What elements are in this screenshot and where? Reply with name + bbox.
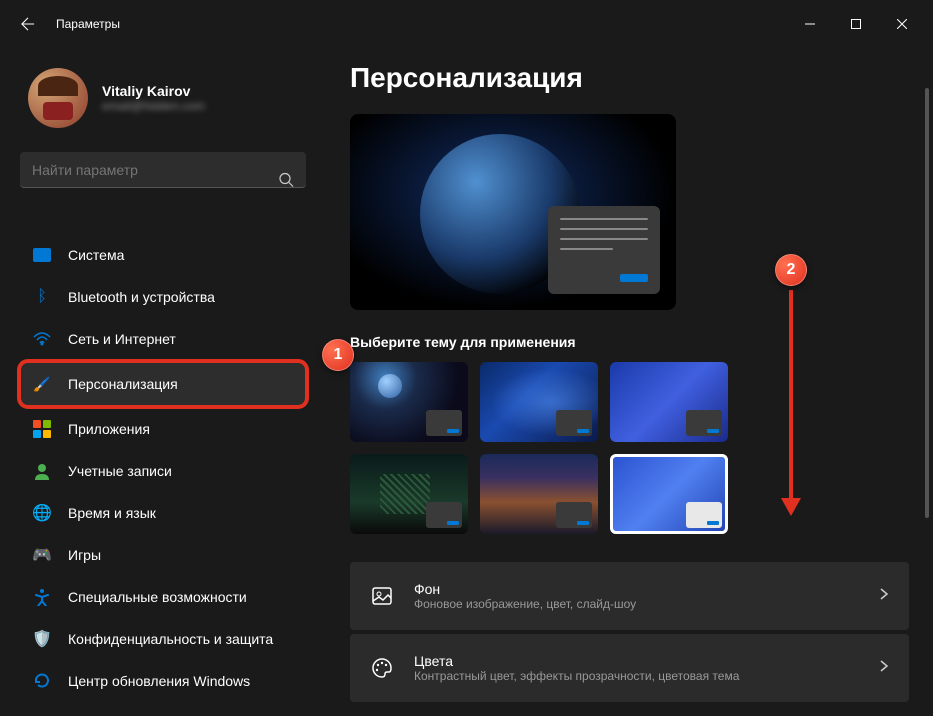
- system-icon: [32, 245, 52, 265]
- window-title: Параметры: [56, 17, 120, 31]
- theme-grid: [350, 362, 909, 534]
- settings-item-desc: Фоновое изображение, цвет, слайд-шоу: [414, 597, 879, 611]
- guide-arrow-line: [789, 290, 793, 500]
- avatar: [28, 68, 88, 128]
- sidebar-item-label: Сеть и Интернет: [68, 331, 176, 347]
- sidebar-item-time[interactable]: 🌐 Время и язык: [20, 494, 306, 532]
- sidebar-item-accessibility[interactable]: Специальные возможности: [20, 578, 306, 616]
- apps-icon: [32, 419, 52, 439]
- sidebar-item-label: Центр обновления Windows: [68, 673, 250, 689]
- bluetooth-icon: ᛒ: [32, 287, 52, 307]
- page-title: Персонализация: [350, 62, 909, 94]
- callout-2: 2: [775, 254, 807, 286]
- chevron-right-icon: [879, 659, 889, 678]
- theme-tile-3[interactable]: [610, 362, 728, 442]
- gamepad-icon: 🎮: [32, 545, 52, 565]
- back-arrow-icon: [21, 17, 35, 31]
- chevron-right-icon: [879, 587, 889, 606]
- sidebar-item-system[interactable]: Система: [20, 236, 306, 274]
- update-icon: [32, 671, 52, 691]
- sidebar-item-label: Учетные записи: [68, 463, 172, 479]
- window-controls: [787, 4, 925, 44]
- sidebar-item-accounts[interactable]: Учетные записи: [20, 452, 306, 490]
- shield-icon: 🛡️: [32, 629, 52, 649]
- callout-1: 1: [322, 339, 354, 371]
- maximize-button[interactable]: [833, 4, 879, 44]
- sidebar-item-privacy[interactable]: 🛡️ Конфиденциальность и защита: [20, 620, 306, 658]
- accessibility-icon: [32, 587, 52, 607]
- profile-email: email@hidden.com: [102, 99, 205, 113]
- theme-tile-4[interactable]: [350, 454, 468, 534]
- settings-item-title: Цвета: [414, 653, 879, 669]
- sidebar-item-label: Время и язык: [68, 505, 156, 521]
- sidebar-item-label: Bluetooth и устройства: [68, 289, 215, 305]
- minimize-icon: [805, 19, 815, 29]
- main-content: Персонализация Выберите тему для примене…: [322, 48, 933, 716]
- close-icon: [897, 19, 907, 29]
- clock-icon: 🌐: [32, 503, 52, 523]
- sidebar-item-label: Приложения: [68, 421, 150, 437]
- picture-icon: [370, 584, 394, 608]
- scrollbar[interactable]: [919, 48, 933, 716]
- minimize-button[interactable]: [787, 4, 833, 44]
- close-button[interactable]: [879, 4, 925, 44]
- sidebar: Vitaliy Kairov email@hidden.com Система …: [0, 48, 322, 716]
- desktop-preview: [350, 114, 676, 310]
- paintbrush-icon: 🖌️: [32, 374, 52, 394]
- sidebar-item-label: Конфиденциальность и защита: [68, 631, 273, 647]
- sidebar-item-apps[interactable]: Приложения: [20, 410, 306, 448]
- sidebar-item-label: Специальные возможности: [68, 589, 247, 605]
- person-icon: [32, 461, 52, 481]
- nav-list: Система ᛒ Bluetooth и устройства Сеть и И…: [20, 236, 306, 700]
- scrollbar-thumb[interactable]: [925, 88, 929, 518]
- wifi-icon: [32, 329, 52, 349]
- palette-icon: [370, 656, 394, 680]
- settings-item-background[interactable]: Фон Фоновое изображение, цвет, слайд-шоу: [350, 562, 909, 630]
- titlebar: Параметры: [0, 0, 933, 48]
- theme-tile-6[interactable]: [610, 454, 728, 534]
- search-icon: [278, 172, 294, 193]
- guide-arrow-head: [781, 498, 801, 516]
- settings-item-desc: Контрастный цвет, эффекты прозрачности, …: [414, 669, 879, 683]
- theme-tile-1[interactable]: [350, 362, 468, 442]
- sidebar-item-gaming[interactable]: 🎮 Игры: [20, 536, 306, 574]
- maximize-icon: [851, 19, 861, 29]
- theme-tile-2[interactable]: [480, 362, 598, 442]
- theme-tile-5[interactable]: [480, 454, 598, 534]
- search-input[interactable]: [20, 152, 306, 188]
- profile-section[interactable]: Vitaliy Kairov email@hidden.com: [20, 68, 306, 128]
- settings-item-colors[interactable]: Цвета Контрастный цвет, эффекты прозрачн…: [350, 634, 909, 702]
- profile-name: Vitaliy Kairov: [102, 83, 205, 99]
- sidebar-item-bluetooth[interactable]: ᛒ Bluetooth и устройства: [20, 278, 306, 316]
- settings-item-title: Фон: [414, 581, 879, 597]
- sidebar-item-update[interactable]: Центр обновления Windows: [20, 662, 306, 700]
- theme-section-label: Выберите тему для применения: [350, 334, 909, 350]
- sidebar-item-network[interactable]: Сеть и Интернет: [20, 320, 306, 358]
- back-button[interactable]: [8, 4, 48, 44]
- sidebar-item-label: Игры: [68, 547, 101, 563]
- sidebar-item-label: Персонализация: [68, 376, 178, 392]
- sidebar-item-label: Система: [68, 247, 124, 263]
- sidebar-item-personalization[interactable]: 🖌️ Персонализация: [20, 362, 306, 406]
